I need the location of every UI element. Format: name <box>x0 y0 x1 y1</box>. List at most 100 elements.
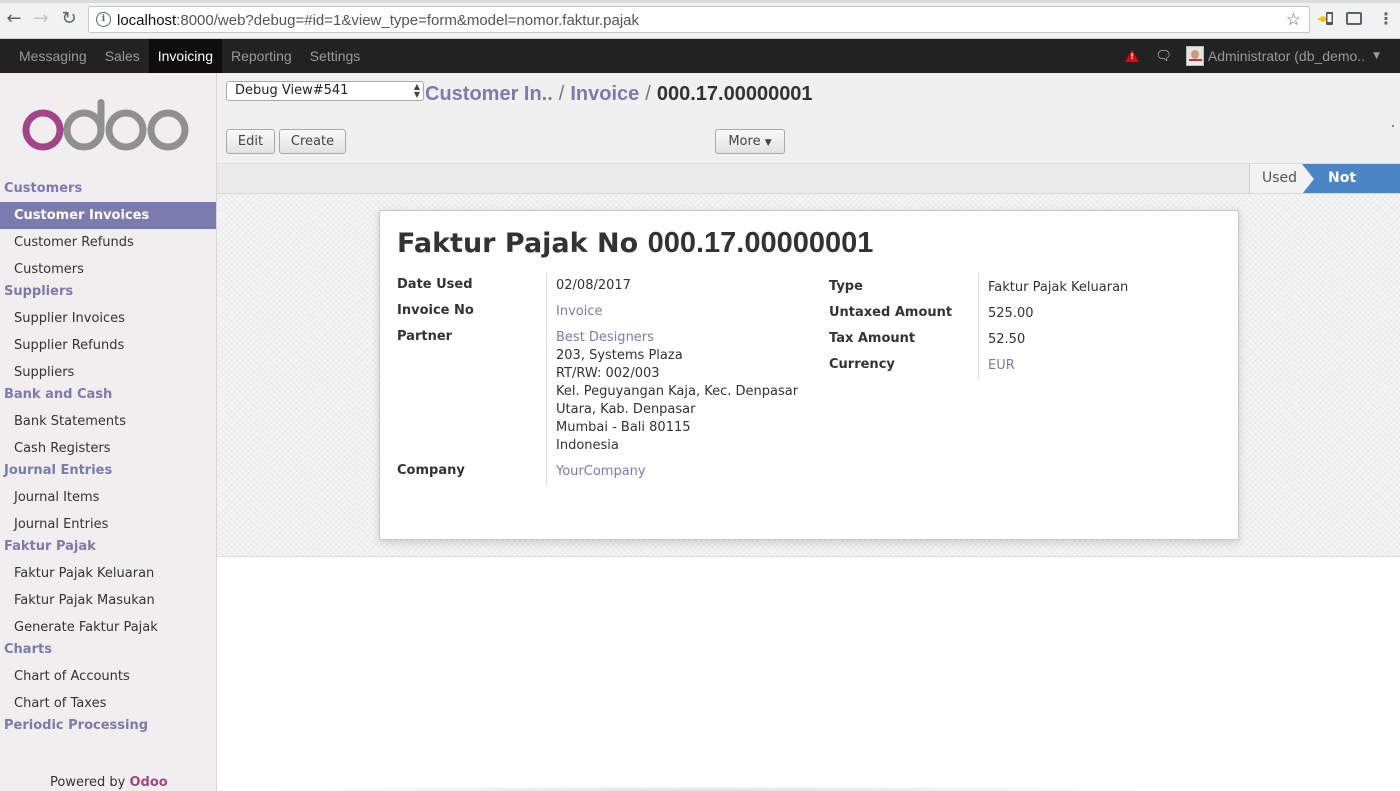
breadcrumb-invoice[interactable]: Invoice <box>570 83 639 105</box>
company-link[interactable]: YourCompany <box>556 463 646 481</box>
browser-menu-icon[interactable]: ⋮ <box>1377 10 1395 28</box>
sidebar-item-faktur-pajak-keluaran[interactable]: Faktur Pajak Keluaran <box>0 560 216 587</box>
chatter-shadow <box>250 786 1170 791</box>
reload-icon[interactable]: ↻ <box>59 9 79 29</box>
powered-by-text: Powered by <box>50 775 126 790</box>
sidebar-item-journal-entries[interactable]: Journal Entries <box>0 511 216 538</box>
invoice-no-link[interactable]: Invoice <box>556 303 602 321</box>
status-used[interactable]: Used <box>1249 164 1302 193</box>
sidebar-item-generate-faktur-pajak[interactable]: Generate Faktur Pajak <box>0 614 216 641</box>
user-area: ! 🗨 Administrator (db_demo.. ▼ <box>1125 39 1380 73</box>
odoo-logo[interactable] <box>22 99 192 153</box>
currency-label: Currency <box>829 357 895 372</box>
partner-address-line: Indonesia <box>556 438 619 453</box>
partner-address-line: 203, Systems Plaza <box>556 348 683 363</box>
sidebar-item-faktur-pajak-masukan[interactable]: Faktur Pajak Masukan <box>0 587 216 614</box>
tax-amount-value: 52.50 <box>988 332 1026 347</box>
warning-icon[interactable]: ! <box>1125 50 1140 62</box>
powered-by-link[interactable]: Odoo <box>130 775 168 790</box>
tax-amount-label: Tax Amount <box>829 331 916 346</box>
currency-link[interactable]: EUR <box>988 357 1015 375</box>
title-number: 000.17.00000001 <box>647 227 874 259</box>
section-faktur-pajak: Faktur Pajak <box>4 539 96 554</box>
partner-link[interactable]: Best Designers <box>556 329 654 347</box>
section-suppliers: Suppliers <box>4 284 74 299</box>
main-menu: Messaging Sales Invoicing Reporting Sett… <box>10 39 369 73</box>
untaxed-amount-value: 525.00 <box>988 306 1034 321</box>
status-not-used[interactable]: Not Used <box>1302 164 1400 215</box>
caret-down-icon: ▼ <box>764 138 772 148</box>
sidebar-item-supplier-invoices[interactable]: Supplier Invoices <box>0 305 216 332</box>
sidebar-item-chart-of-taxes[interactable]: Chart of Taxes <box>0 690 216 717</box>
page-title: Faktur Pajak No 000.17.00000001 <box>397 227 873 260</box>
title-prefix: Faktur Pajak No <box>397 228 639 259</box>
menu-invoicing[interactable]: Invoicing <box>148 39 222 73</box>
cast-icon[interactable] <box>1346 12 1362 25</box>
sidebar-item-bank-statements[interactable]: Bank Statements <box>0 408 216 435</box>
sidebar-item-supplier-refunds[interactable]: Supplier Refunds <box>0 332 216 359</box>
breadcrumb-separator: / <box>645 83 651 105</box>
bookmark-star-icon[interactable]: ☆ <box>1286 10 1301 30</box>
type-label: Type <box>829 279 863 294</box>
sidebar-item-cash-registers[interactable]: Cash Registers <box>0 435 216 462</box>
debug-view-select[interactable]: Debug View#541 ▲ ▼ <box>226 81 424 101</box>
left-group-divider <box>546 273 547 485</box>
separator-dot <box>1392 125 1394 127</box>
partner-address-line: Kel. Peguyangan Kaja, Kec. Denpasar <box>556 384 799 399</box>
section-charts: Charts <box>4 642 52 657</box>
url-path: :8000/web?debug=#id=1&view_type=form&mod… <box>176 12 640 29</box>
sidebar-item-customer-invoices[interactable]: Customer Invoices <box>0 202 216 229</box>
sidebar-menu: Customers Customer Invoices Customer Ref… <box>0 180 216 739</box>
edit-button[interactable]: Edit <box>226 129 275 154</box>
more-button[interactable]: More ▼ <box>715 129 785 154</box>
sidebar-item-chart-of-accounts[interactable]: Chart of Accounts <box>0 663 216 690</box>
menu-messaging[interactable]: Messaging <box>10 39 96 73</box>
form-sheet: Faktur Pajak No 000.17.00000001 Date Use… <box>379 210 1239 540</box>
sidebar-item-customers[interactable]: Customers <box>0 256 216 283</box>
tab-strip <box>0 0 1400 3</box>
statusbar: Used Not Used <box>217 164 1400 215</box>
user-name[interactable]: Administrator (db_demo.. <box>1208 48 1365 64</box>
address-bar[interactable]: i localhost:8000/web?debug=#id=1&view_ty… <box>88 6 1310 33</box>
extension-key-icon[interactable] <box>1318 10 1336 28</box>
avatar[interactable] <box>1185 46 1204 66</box>
debug-view-value: Debug View#541 <box>235 83 349 98</box>
menu-sales[interactable]: Sales <box>96 39 149 73</box>
invoice-no-label: Invoice No <box>397 303 474 318</box>
info-icon[interactable]: i <box>96 12 111 27</box>
sidebar-item-suppliers[interactable]: Suppliers <box>0 359 216 386</box>
powered-by: Powered by Odoo <box>50 775 168 790</box>
browser-toolbar: ← → ↻ i localhost:8000/web?debug=#id=1&v… <box>0 0 1400 39</box>
create-button[interactable]: Create <box>279 129 346 154</box>
menu-reporting[interactable]: Reporting <box>222 39 301 73</box>
section-bank-and-cash: Bank and Cash <box>4 387 113 402</box>
section-customers: Customers <box>4 181 83 196</box>
partner-label: Partner <box>397 329 453 344</box>
url-host: localhost <box>117 12 177 29</box>
menu-settings[interactable]: Settings <box>301 39 370 73</box>
left-sidebar: Customers Customer Invoices Customer Ref… <box>0 73 217 791</box>
breadcrumb: Customer In.. / Invoice/000.17.00000001 <box>425 83 813 106</box>
sidebar-item-journal-items[interactable]: Journal Items <box>0 484 216 511</box>
back-icon[interactable]: ← <box>4 9 24 29</box>
odoo-topbar: Messaging Sales Invoicing Reporting Sett… <box>0 39 1400 73</box>
date-used-label: Date Used <box>397 277 473 292</box>
chat-icon[interactable]: 🗨 <box>1155 49 1172 64</box>
chevron-down-icon[interactable]: ▼ <box>1373 51 1380 61</box>
date-used-value: 02/08/2017 <box>556 278 631 293</box>
select-arrows-icon: ▲ ▼ <box>413 82 420 99</box>
sidebar-item-customer-refunds[interactable]: Customer Refunds <box>0 229 216 256</box>
breadcrumb-current: 000.17.00000001 <box>656 83 813 105</box>
right-group-divider <box>978 273 979 379</box>
type-value: Faktur Pajak Keluaran <box>988 280 1129 295</box>
section-journal-entries: Journal Entries <box>4 463 113 478</box>
untaxed-amount-label: Untaxed Amount <box>829 305 953 320</box>
more-button-label: More <box>728 134 761 149</box>
forward-icon[interactable]: → <box>31 9 51 29</box>
url-text[interactable]: localhost:8000/web?debug=#id=1&view_type… <box>117 12 639 29</box>
partner-address-line: RT/RW: 002/003 <box>556 366 660 381</box>
partner-address-line: Utara, Kab. Denpasar <box>556 402 696 417</box>
company-label: Company <box>397 463 465 478</box>
breadcrumb-customer-invoices[interactable]: Customer In.. <box>425 83 553 105</box>
control-panel: Debug View#541 ▲ ▼ Customer In.. / Invoice /… <box>217 73 1400 164</box>
